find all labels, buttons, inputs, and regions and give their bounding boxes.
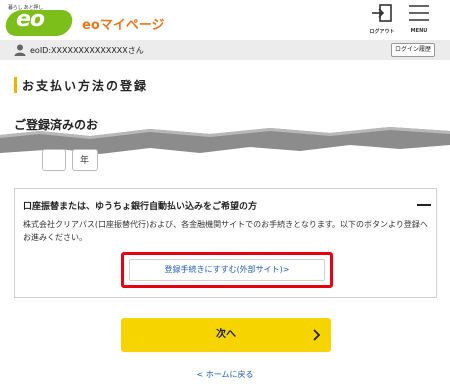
app-header: 暮らし あと押し eo eoマイページ ログアウト MENU [0,0,450,40]
brand-title[interactable]: eoマイページ [82,14,165,33]
month-field[interactable] [42,149,66,171]
logout-label: ログアウト [369,29,395,35]
next-button[interactable]: 次へ [121,318,331,352]
card-title: 口座振替または、ゆうちょ銀行自動払い込みをご希望の方 [23,202,258,212]
login-history-button[interactable]: ログイン履歴 [391,43,435,57]
user-id: eoID:XXXXXXXXXXXXXXさん [30,46,144,55]
register-highlight-frame: 登録手続きにすすむ(外部サイト)> [121,252,333,288]
menu-button[interactable]: MENU [399,4,439,38]
collapse-icon[interactable] [417,204,431,206]
user-bar: eoID:XXXXXXXXXXXXXXさん ログイン履歴 [0,40,450,60]
register-external-button[interactable]: 登録手続きにすすむ(外部サイト)> [129,259,325,281]
home-link[interactable]: < ホームに戻る [0,369,450,380]
page-title-accent [14,77,17,93]
logout-button[interactable]: ログアウト [362,4,402,38]
menu-label: MENU [410,28,428,34]
eo-logo[interactable]: 暮らし あと押し eo [3,4,75,36]
page-title: お支払い方法の登録 [22,79,149,93]
bank-transfer-card: 口座振替または、ゆうちょ銀行自動払い込みをご希望の方 株式会社クリアパス(口座振… [14,188,437,298]
chevron-right-icon [313,329,321,341]
year-label: 年 [80,156,90,166]
logout-icon [372,4,392,22]
logo-text: eo [16,7,45,32]
torn-overlay [0,127,450,154]
next-label: 次へ [216,329,236,340]
user-icon [14,44,26,56]
card-description: 株式会社クリアパス(口座振替代行)および、各金融機関サイトでのお手続きとなります… [23,220,428,242]
hamburger-menu-icon [409,5,429,21]
